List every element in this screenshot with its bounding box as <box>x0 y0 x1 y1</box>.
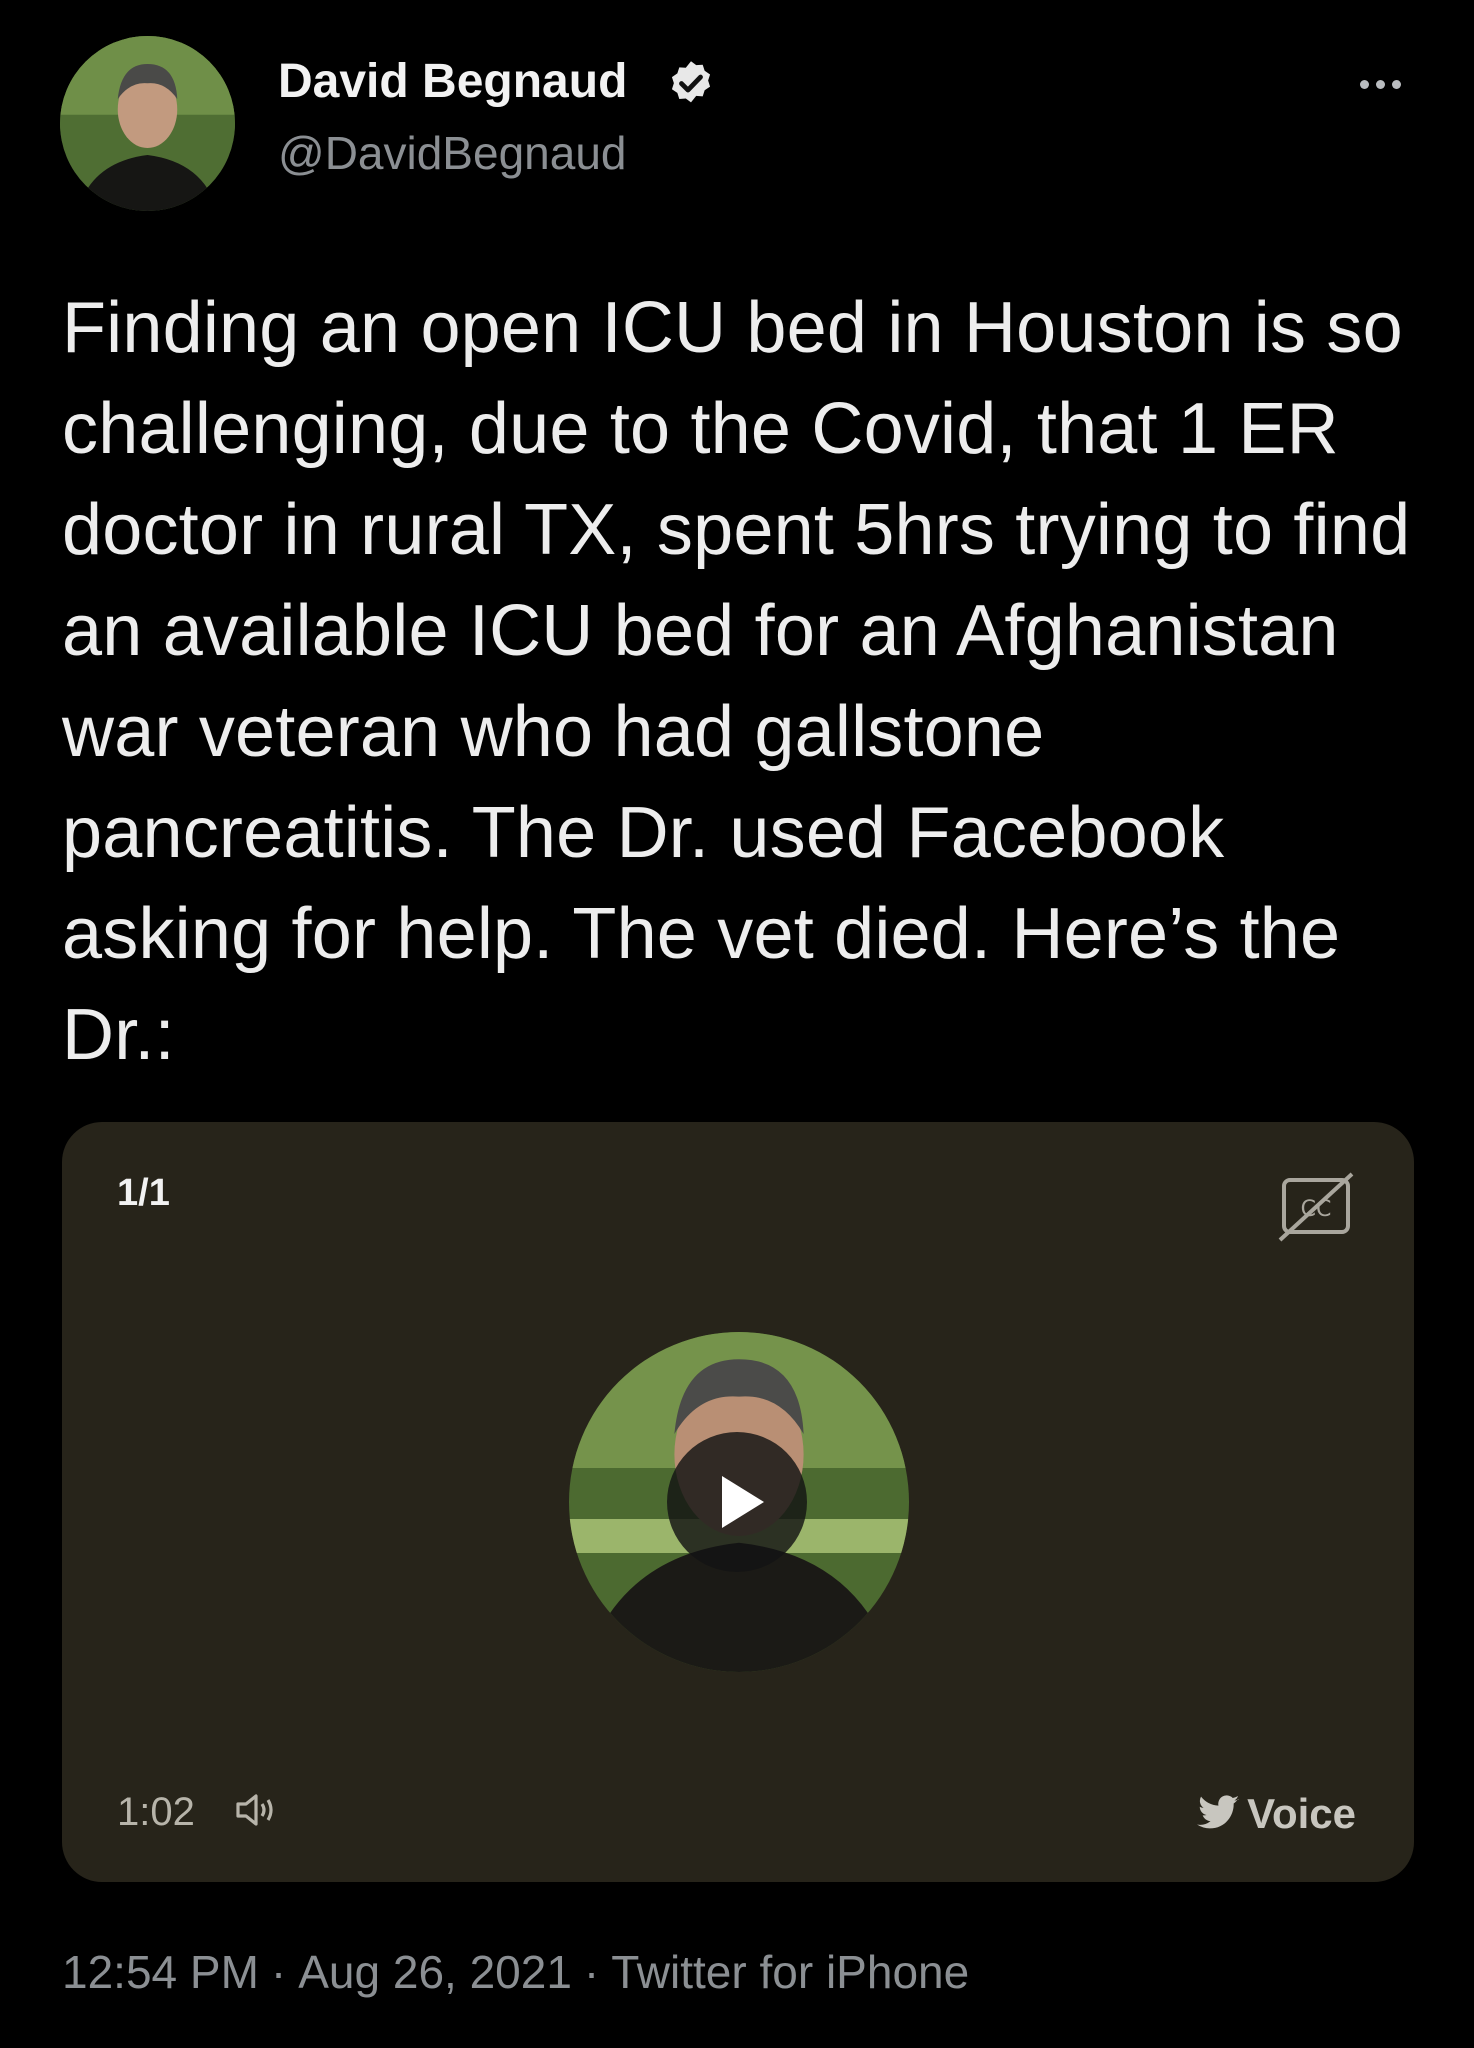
meta-separator: · <box>583 1946 600 1998</box>
avatar-photo <box>60 36 235 211</box>
media-counter: 1/1 <box>117 1172 170 1214</box>
more-options-icon[interactable] <box>1360 76 1420 96</box>
voice-label: Voice <box>1247 1790 1356 1837</box>
tweet-source[interactable]: Twitter for iPhone <box>611 1946 969 1998</box>
play-icon <box>722 1476 764 1528</box>
author-handle[interactable]: @DavidBegnaud <box>278 126 626 180</box>
author-name[interactable]: David Begnaud <box>278 54 627 109</box>
tweet-text: Finding an open ICU bed in Houston is so… <box>62 288 1411 1075</box>
meta-separator: · <box>270 1946 287 1998</box>
twitter-bird-icon <box>1197 1795 1240 1829</box>
tweet-header: David Begnaud @DavidBegnaud <box>60 36 1420 211</box>
tweet-time[interactable]: 12:54 PM <box>62 1946 259 1998</box>
cc-icon[interactable]: CC <box>1276 1170 1356 1244</box>
verified-badge-icon <box>671 61 711 103</box>
voice-badge: Voice <box>1197 1790 1356 1838</box>
author-avatar[interactable] <box>60 36 235 211</box>
tweet-meta: 12:54 PM · Aug 26, 2021 · Twitter for iPhone <box>62 1945 969 1999</box>
voice-duration: 1:02 <box>117 1790 195 1834</box>
tweet-date[interactable]: Aug 26, 2021 <box>298 1946 572 1998</box>
play-button[interactable] <box>667 1432 807 1572</box>
voice-tweet-card[interactable]: 1/1 CC 1:02 Voice <box>62 1122 1414 1882</box>
volume-icon[interactable] <box>232 1788 280 1832</box>
